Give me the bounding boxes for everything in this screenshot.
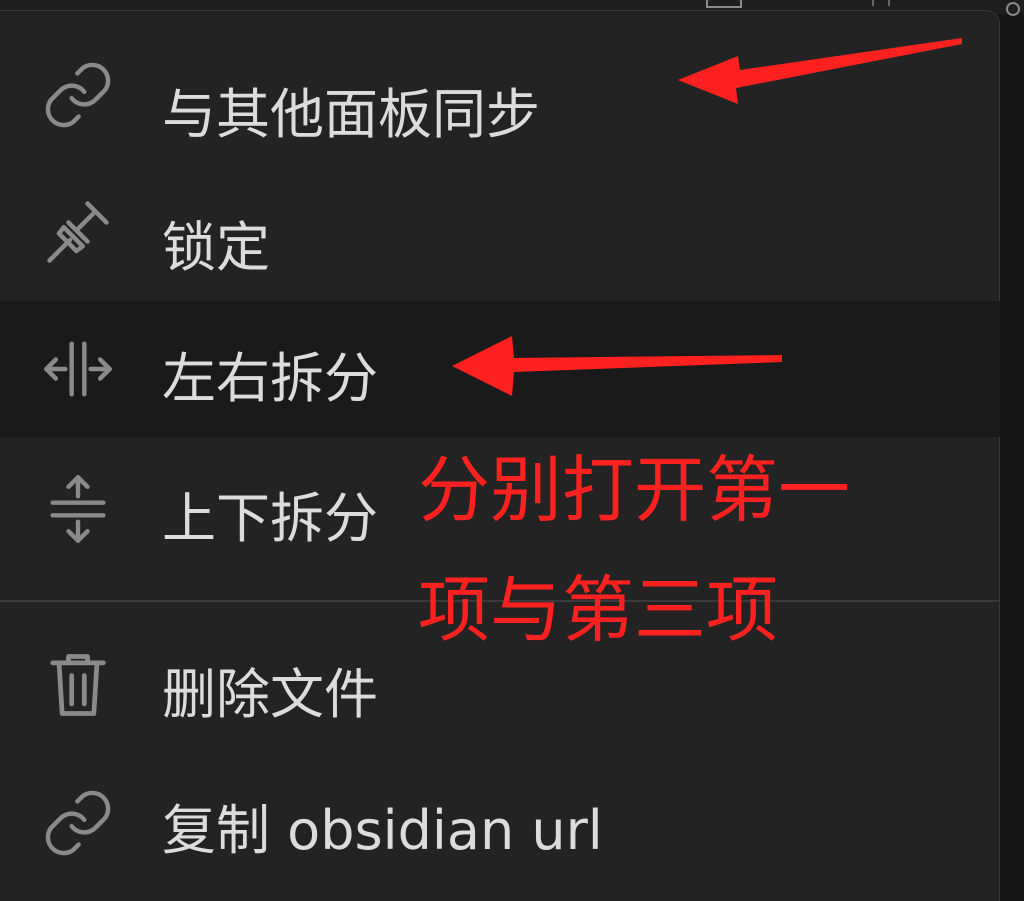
annotation-text-line-1: 分别打开第一 — [418, 448, 851, 532]
menu-item-pin[interactable]: 锁定 — [0, 166, 1000, 302]
trash-icon — [40, 647, 116, 723]
toolbar-circle-fragment — [1006, 2, 1020, 16]
menu-item-label: 锁定 — [162, 216, 270, 279]
menu-item-label: 与其他面板同步 — [162, 83, 540, 146]
pin-icon — [40, 194, 116, 270]
link-icon — [40, 785, 116, 861]
menu-item-sync-panels[interactable]: 与其他面板同步 — [0, 29, 1000, 165]
link-icon — [40, 57, 116, 133]
menu-item-copy-url[interactable]: 复制 obsidian url — [0, 759, 1000, 895]
menu-item-label: 删除文件 — [162, 663, 378, 726]
toolbar-icon-fragment — [872, 0, 890, 6]
menu-item-label: 复制 obsidian url — [162, 799, 603, 862]
split-vertical-icon — [40, 331, 116, 407]
menu-item-label: 上下拆分 — [162, 487, 378, 550]
menu-item-split-left-right[interactable]: 左右拆分 — [0, 301, 1000, 437]
toolbar-button-fragment — [706, 0, 742, 8]
menu-item-label: 左右拆分 — [162, 347, 378, 410]
split-horizontal-icon — [40, 471, 116, 547]
annotation-text-line-2: 项与第三项 — [418, 568, 779, 652]
